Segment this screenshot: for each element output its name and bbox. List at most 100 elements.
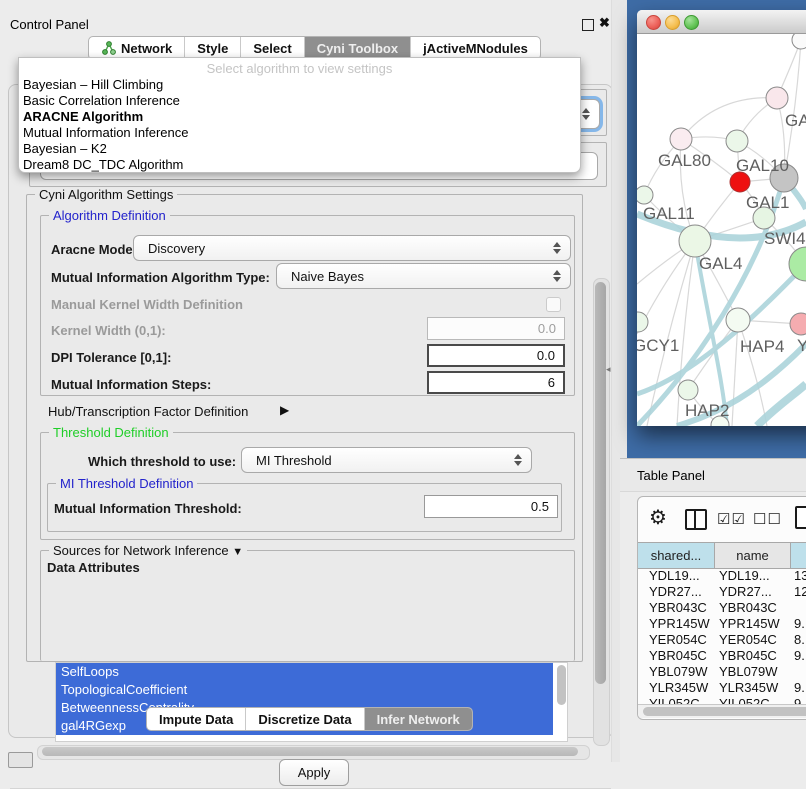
manual-kernel-width-checkbox[interactable] bbox=[546, 297, 561, 312]
network-view-window[interactable]: GAL GAL80 GAL10 GAL1 GAL11 SWI4 GAL4 GCY… bbox=[637, 10, 806, 426]
node-label: GAL1 bbox=[746, 193, 789, 212]
table-body: YDL19...YDL19...13 YDR27...YDR27...12 YB… bbox=[638, 568, 806, 704]
node-gal10[interactable] bbox=[726, 130, 748, 152]
close-traffic-light-icon[interactable] bbox=[646, 15, 661, 30]
table-row[interactable]: YLR345WYLR345W9. bbox=[638, 680, 806, 696]
hub-definition-label[interactable]: Hub/Transcription Factor Definition bbox=[48, 404, 248, 419]
control-panel-titlebar: Control Panel ✖ bbox=[0, 6, 620, 30]
mi-threshold-definition-title: MI Threshold Definition bbox=[56, 476, 197, 491]
splitter-collapse-arrow-icon[interactable]: ◂ bbox=[606, 364, 611, 375]
node-gal11[interactable] bbox=[637, 186, 653, 204]
dropdown-option[interactable]: Bayesian – Hill Climbing bbox=[23, 77, 163, 93]
sources-group: Sources for Network Inference ▼ Data Att… bbox=[40, 550, 575, 661]
dropdown-placeholder: Select algorithm to view settings bbox=[19, 61, 580, 76]
scrollbar-thumb[interactable] bbox=[595, 282, 606, 684]
sources-collapse-arrow-icon: ▼ bbox=[232, 546, 243, 558]
table-horizontal-scrollbar[interactable] bbox=[638, 704, 806, 718]
cyni-algorithm-settings-group: Cyni Algorithm Settings Algorithm Defini… bbox=[26, 194, 583, 662]
dropdown-option[interactable]: Bayesian – K2 bbox=[23, 141, 107, 157]
table-panel-title: Table Panel bbox=[637, 468, 705, 483]
scrollbar-thumb[interactable] bbox=[643, 707, 806, 716]
threshold-definition-group: Threshold Definition Which threshold to … bbox=[40, 432, 575, 540]
select-all-checkboxes-icon[interactable]: ☑☑ bbox=[717, 510, 746, 528]
tab-jactivemnodules[interactable]: jActiveMNodules bbox=[411, 37, 540, 59]
node-hap2[interactable] bbox=[678, 380, 698, 400]
tab-select[interactable]: Select bbox=[241, 37, 304, 59]
dropdown-option-selected[interactable]: ARACNE Algorithm bbox=[23, 109, 143, 125]
settings-vertical-scrollbar[interactable] bbox=[593, 278, 610, 746]
list-scrollbar[interactable] bbox=[557, 665, 566, 705]
table-row[interactable]: YER054CYER054C8. bbox=[638, 632, 806, 648]
gear-icon[interactable]: ⚙ bbox=[649, 505, 667, 530]
zoom-traffic-light-icon[interactable] bbox=[684, 15, 699, 30]
node-gal4[interactable] bbox=[679, 225, 711, 257]
column-header-shared-name[interactable]: shared... bbox=[638, 543, 715, 568]
kernel-width-label: Kernel Width (0,1): bbox=[51, 323, 166, 338]
list-item[interactable]: SelfLoops bbox=[56, 663, 553, 681]
table-row[interactable]: YBR045CYBR045C9. bbox=[638, 648, 806, 664]
control-panel-title: Control Panel bbox=[10, 17, 89, 32]
tab-discretize-data[interactable]: Discretize Data bbox=[246, 708, 364, 730]
node-label: Y bbox=[797, 336, 806, 355]
table-row[interactable]: YBR043CYBR043C bbox=[638, 600, 806, 616]
node-label: GAL11 bbox=[643, 204, 695, 223]
tab-impute-data[interactable]: Impute Data bbox=[147, 708, 246, 730]
table-row[interactable]: YIL052CYIL052C9. bbox=[638, 696, 806, 704]
mi-threshold-label: Mutual Information Threshold: bbox=[54, 501, 242, 516]
close-icon[interactable]: ✖ bbox=[599, 15, 610, 31]
node-label: GCY1 bbox=[637, 336, 679, 355]
aracne-mode-combobox[interactable]: Discovery bbox=[133, 235, 571, 261]
node[interactable] bbox=[792, 34, 806, 49]
dropdown-option[interactable]: Basic Correlation Inference bbox=[23, 93, 180, 109]
node-gal80[interactable] bbox=[670, 128, 692, 150]
partial-corner-button[interactable] bbox=[8, 752, 33, 768]
deselect-all-checkboxes-icon[interactable]: ☐☐ bbox=[753, 510, 782, 528]
mi-threshold-field[interactable]: 0.5 bbox=[424, 495, 558, 518]
algorithm-dropdown-list[interactable]: Select algorithm to view settings Bayesi… bbox=[18, 57, 581, 173]
node-label: GAL4 bbox=[699, 254, 742, 273]
dropdown-option[interactable]: Dream8 DC_TDC Algorithm bbox=[23, 157, 183, 173]
settings-horizontal-scrollbar[interactable] bbox=[37, 745, 590, 760]
combo-stepper-icon bbox=[553, 270, 561, 282]
kernel-width-field[interactable]: 0.0 bbox=[427, 317, 565, 340]
network-canvas[interactable]: GAL GAL80 GAL10 GAL1 GAL11 SWI4 GAL4 GCY… bbox=[637, 34, 806, 426]
float-window-icon[interactable] bbox=[582, 19, 594, 31]
node[interactable] bbox=[766, 87, 788, 109]
hub-expand-arrow-icon[interactable]: ▶ bbox=[280, 403, 289, 417]
combo-stepper-icon bbox=[553, 242, 561, 254]
mi-threshold-definition-group: MI Threshold Definition Mutual Informati… bbox=[47, 483, 562, 532]
mi-steps-label: Mutual Information Steps: bbox=[51, 377, 211, 392]
mi-steps-field[interactable]: 6 bbox=[427, 371, 565, 394]
table-row[interactable]: YDR27...YDR27...12 bbox=[638, 584, 806, 600]
dpi-tolerance-field[interactable]: 0.0 bbox=[427, 344, 565, 367]
dropdown-option[interactable]: Mutual Information Inference bbox=[23, 125, 188, 141]
node-hap4[interactable] bbox=[726, 308, 750, 332]
table-row[interactable]: YBL079WYBL079W bbox=[638, 664, 806, 680]
apply-button[interactable]: Apply bbox=[279, 759, 349, 786]
combo-stepper-icon bbox=[582, 108, 590, 120]
tab-infer-network[interactable]: Infer Network bbox=[365, 708, 472, 730]
tab-style[interactable]: Style bbox=[185, 37, 241, 59]
table-row[interactable]: YPR145WYPR145W9. bbox=[638, 616, 806, 632]
node-label: GAL80 bbox=[658, 151, 711, 170]
tab-cyni-toolbox[interactable]: Cyni Toolbox bbox=[305, 37, 411, 59]
mi-algorithm-type-combobox[interactable]: Naive Bayes bbox=[276, 263, 571, 289]
column-layout-icon[interactable] bbox=[685, 509, 707, 530]
minimize-traffic-light-icon[interactable] bbox=[665, 15, 680, 30]
table-row[interactable]: YDL19...YDL19...13 bbox=[638, 568, 806, 584]
dpi-tolerance-label: DPI Tolerance [0,1]: bbox=[51, 350, 171, 365]
export-table-icon[interactable] bbox=[795, 506, 806, 529]
node-gal1-selected[interactable] bbox=[730, 172, 750, 192]
sources-title[interactable]: Sources for Network Inference ▼ bbox=[49, 543, 247, 558]
column-header-partial[interactable]: A bbox=[791, 543, 806, 568]
list-item[interactable]: TopologicalCoefficient bbox=[56, 681, 553, 699]
node[interactable] bbox=[790, 313, 806, 335]
which-threshold-combobox[interactable]: MI Threshold bbox=[241, 447, 532, 473]
table-panel-region: Table Panel ⚙ ☑☑ ☐☐ shared... name A YDL… bbox=[620, 458, 806, 763]
manual-kernel-width-label: Manual Kernel Width Definition bbox=[51, 297, 243, 312]
aracne-mode-label: Aracne Mode: bbox=[51, 242, 137, 257]
network-window-titlebar[interactable] bbox=[637, 10, 806, 34]
column-header-name[interactable]: name bbox=[715, 543, 791, 568]
scrollbar-thumb[interactable] bbox=[42, 747, 578, 756]
tab-network[interactable]: Network bbox=[89, 37, 185, 59]
